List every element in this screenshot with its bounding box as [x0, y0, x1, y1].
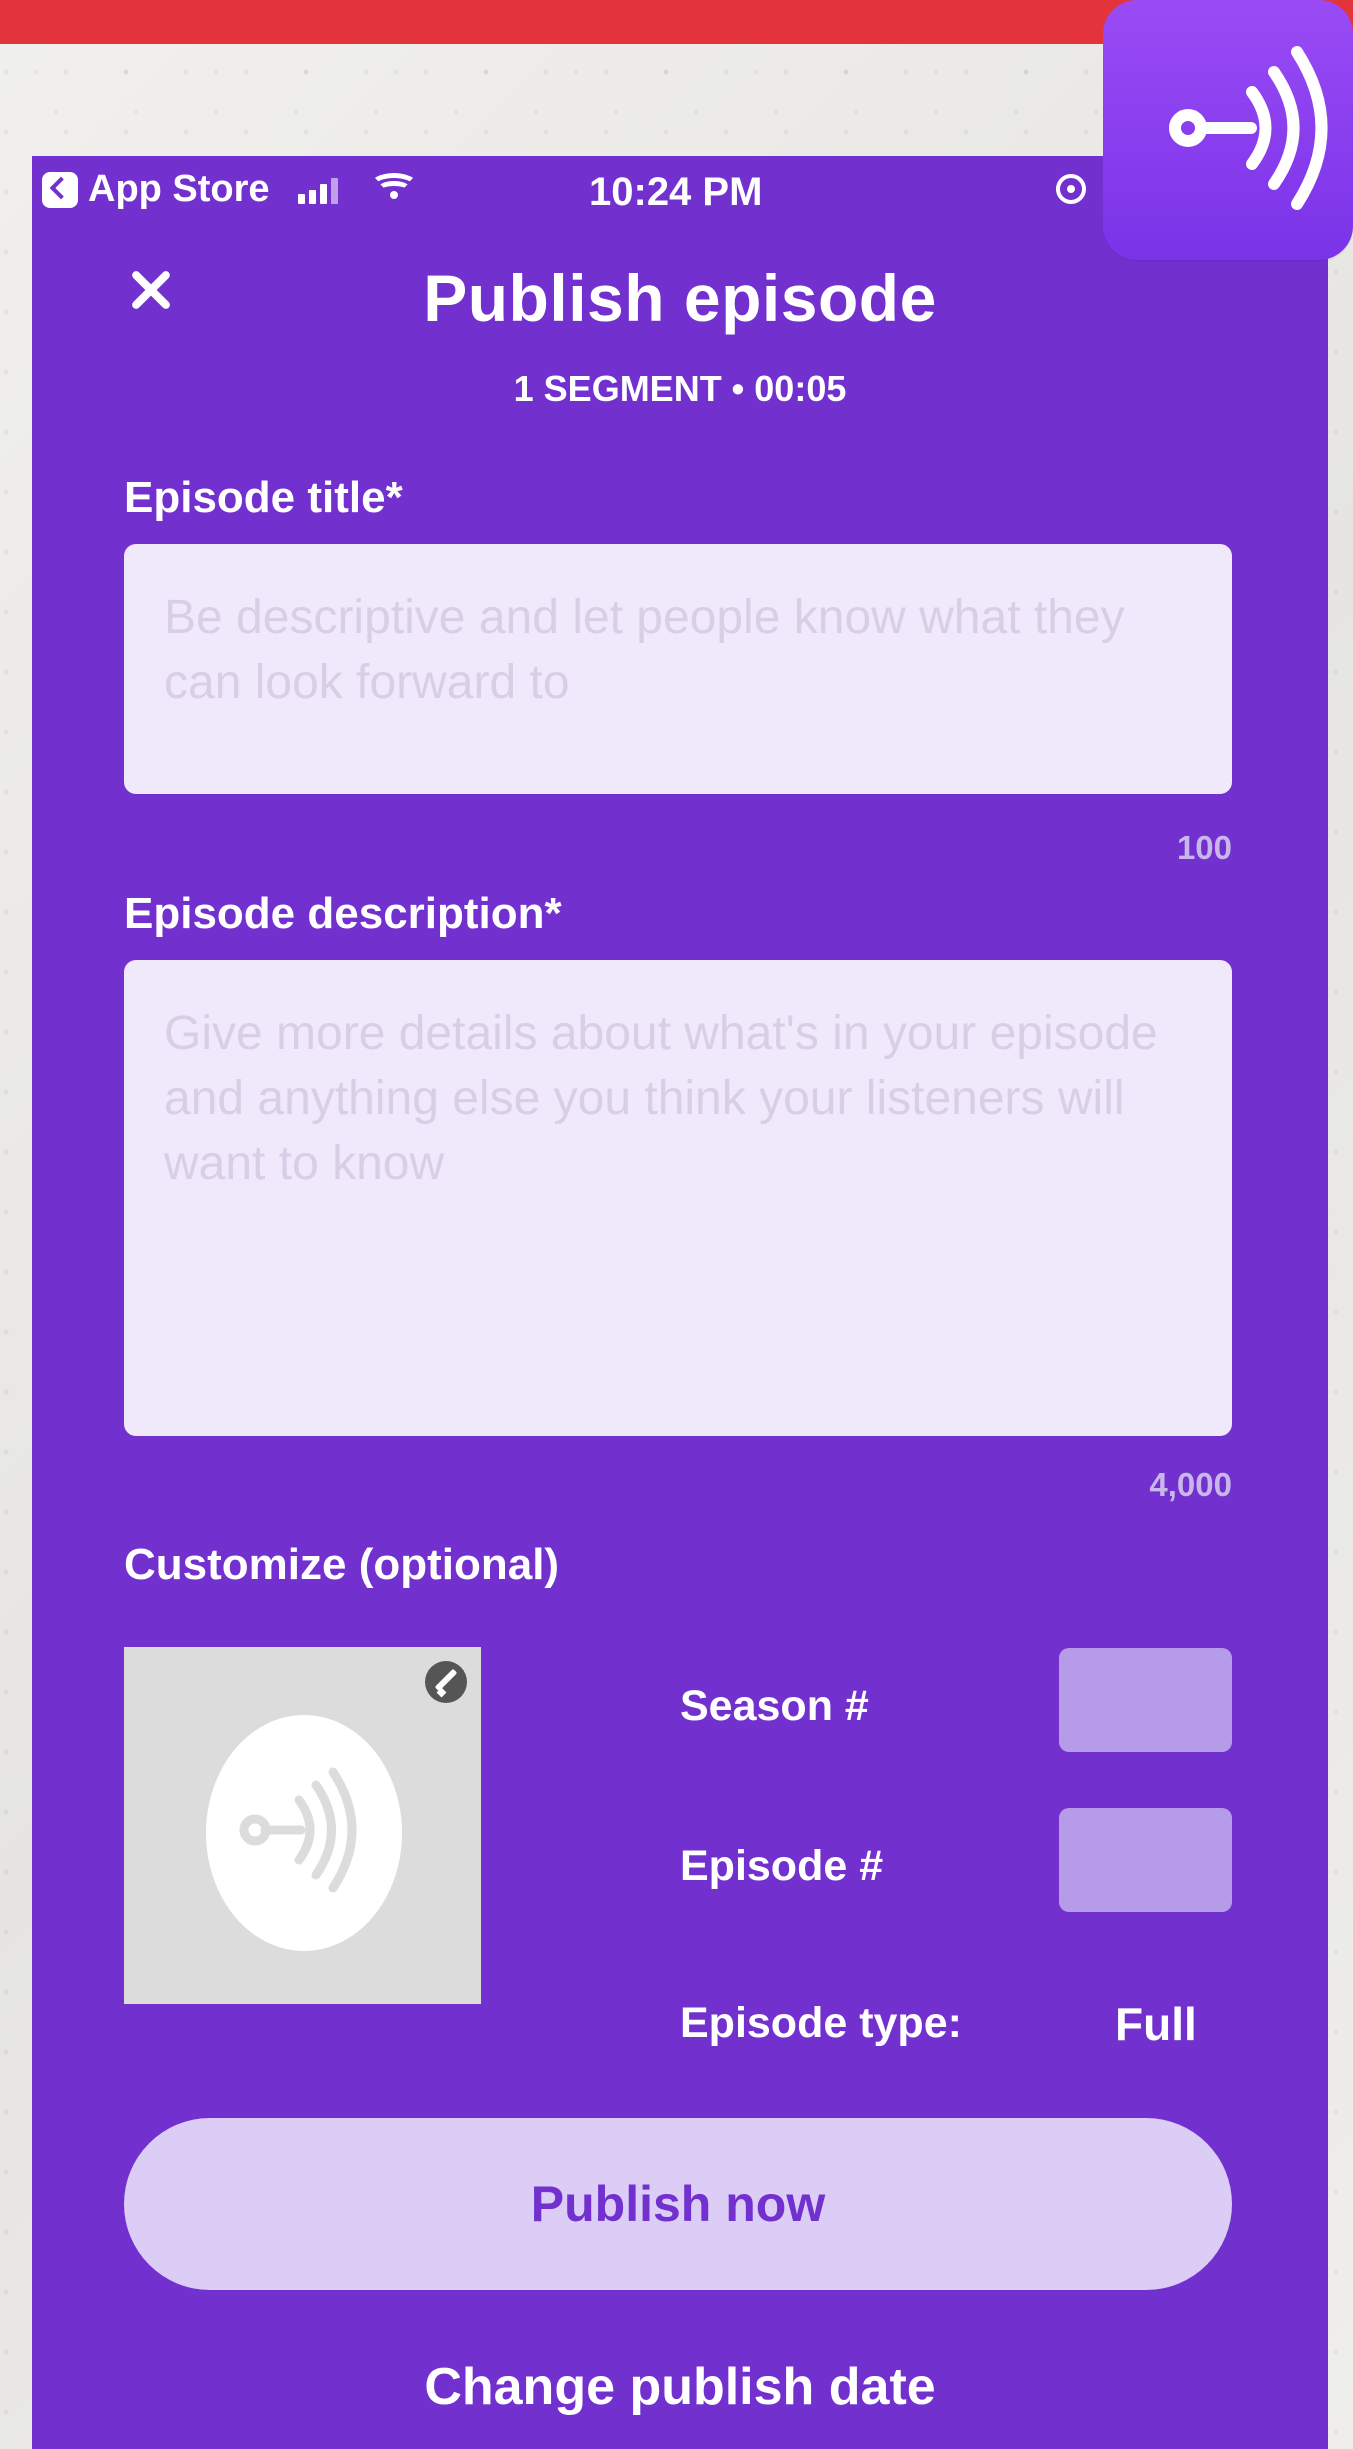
status-time: 10:24 PM [589, 170, 763, 214]
episode-description-placeholder: Give more details about what's in your e… [164, 1007, 1158, 1190]
page-title: Publish episode [423, 261, 937, 335]
season-input[interactable] [1059, 1648, 1232, 1752]
episode-type-label: Episode type: [680, 1999, 962, 2047]
episode-title-counter: 100 [1176, 829, 1232, 866]
location-icon [1056, 174, 1086, 204]
carrier-label: App Store [88, 168, 270, 210]
status-left: App Store [42, 168, 418, 211]
brand-podcast-icon [1103, 0, 1353, 260]
page-subtitle: 1 SEGMENT • 00:05 [513, 368, 847, 409]
episode-description-input[interactable]: Give more details about what's in your e… [124, 960, 1232, 1436]
episode-art-picker[interactable] [124, 1647, 481, 2004]
episode-title-label: Episode title* [124, 473, 403, 522]
pencil-icon[interactable] [425, 1661, 467, 1703]
episode-description-counter: 4,000 [1149, 1466, 1232, 1503]
season-label: Season # [680, 1682, 869, 1730]
customize-label: Customize (optional) [124, 1540, 560, 1589]
episode-number-input[interactable] [1059, 1808, 1232, 1912]
change-publish-date-button[interactable]: Change publish date [32, 2357, 1328, 2417]
episode-title-placeholder: Be descriptive and let people know what … [164, 591, 1125, 709]
episode-description-label: Episode description* [124, 889, 562, 938]
wifi-icon [369, 172, 418, 207]
phone-screen: App Store 10:24 PM Publish episode 1 SEG… [32, 156, 1328, 2449]
episode-type-value[interactable]: Full [1115, 1997, 1197, 2051]
episode-title-input[interactable]: Be descriptive and let people know what … [124, 544, 1232, 794]
signal-icon [297, 176, 350, 204]
brand-podcast-glyph-icon [1169, 46, 1328, 210]
publish-now-button[interactable]: Publish now [124, 2118, 1232, 2290]
podcast-waves-icon [239, 1767, 357, 1893]
episode-number-label: Episode # [680, 1842, 884, 1890]
chevron-left-icon[interactable] [42, 171, 78, 208]
